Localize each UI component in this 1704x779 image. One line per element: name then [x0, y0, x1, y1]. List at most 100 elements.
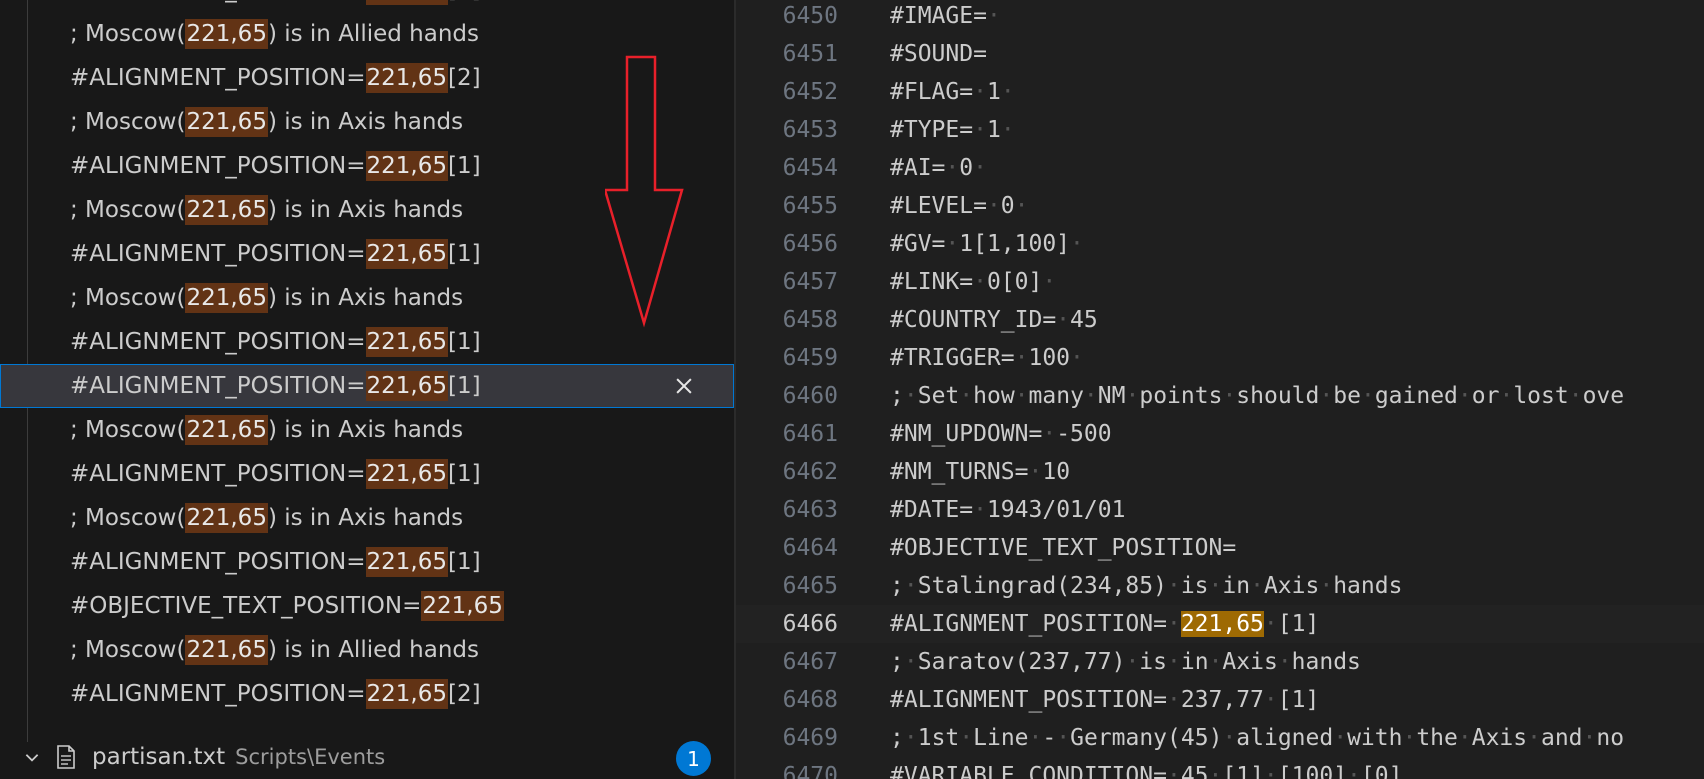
line-number: 6461: [782, 421, 838, 447]
search-result-row[interactable]: ; Moscow(221,65) is in Allied hands: [0, 628, 734, 672]
line-number: 6456: [782, 231, 838, 257]
editor-line[interactable]: 6457 #LINK=·0[0]·: [736, 263, 1704, 301]
close-icon[interactable]: [671, 373, 697, 399]
search-results-panel: #ALIGNMENT_POSITION= 221,65 [1]; Moscow(…: [0, 0, 734, 779]
result-text-after: [1]: [448, 329, 481, 355]
line-code: #LINK=·0[0]·: [890, 269, 1057, 295]
search-result-row[interactable]: #ALIGNMENT_POSITION= 221,65 [2]: [0, 672, 734, 716]
result-match-highlight: 221,65: [365, 239, 449, 269]
result-text-before: #ALIGNMENT_POSITION=: [70, 241, 366, 267]
editor-line[interactable]: 6464 #OBJECTIVE_TEXT_POSITION=: [736, 529, 1704, 567]
editor-match-highlight: 221,65: [1180, 611, 1264, 637]
result-text-before: #ALIGNMENT_POSITION=: [70, 65, 366, 91]
result-text-after: ) is in Axis hands: [267, 285, 464, 311]
search-result-row[interactable]: #OBJECTIVE_TEXT_POSITION= 221,65: [0, 584, 734, 628]
search-file-row[interactable]: partisan.txt Scripts\Events 1: [0, 735, 734, 779]
result-match-highlight: 221,65: [365, 151, 449, 181]
line-number: 6466: [782, 611, 838, 637]
line-number: 6469: [782, 725, 838, 751]
result-text-after: [1]: [448, 549, 481, 575]
line-code: #AI=·0·: [890, 155, 987, 181]
line-code: #DATE=·1943/01/01: [890, 497, 1126, 523]
editor-line[interactable]: 6465 ;·Stalingrad(234,85)·is·in·Axis·hand…: [736, 567, 1704, 605]
line-number: 6450: [782, 3, 838, 29]
line-number: 6459: [782, 345, 838, 371]
line-number: 6470: [782, 763, 838, 779]
search-result-row[interactable]: ; Moscow(221,65) is in Allied hands: [0, 12, 734, 56]
annotation-arrow-icon: [605, 55, 684, 328]
code-editor[interactable]: 6450 #IMAGE=· 6451 #SOUND= 6452 #FLAG=·1· 6453…: [736, 0, 1704, 779]
editor-line[interactable]: 6455 #LEVEL=·0·: [736, 187, 1704, 225]
result-match-highlight: 221,65: [185, 195, 268, 225]
search-result-row[interactable]: #ALIGNMENT_POSITION= 221,65 [1]: [0, 364, 734, 408]
result-text-after: ) is in Axis hands: [267, 197, 464, 223]
line-code: #FLAG=·1·: [890, 79, 1015, 105]
result-text-before: #ALIGNMENT_POSITION=: [70, 0, 366, 3]
result-match-highlight: 221,65: [185, 635, 268, 665]
search-result-row[interactable]: ; Moscow(221,65) is in Axis hands: [0, 408, 734, 452]
line-code: ;·Stalingrad(234,85)·is·in·Axis·hands: [890, 573, 1403, 599]
result-text-before: ; Moscow(: [70, 197, 186, 223]
editor-line[interactable]: 6470 #VARIABLE_CONDITION=·45·[1]·[100]·[0…: [736, 757, 1704, 779]
search-result-row[interactable]: #ALIGNMENT_POSITION= 221,65 [1]: [0, 0, 734, 12]
line-number: 6460: [782, 383, 838, 409]
result-text-after: [2]: [448, 65, 481, 91]
line-number: 6463: [782, 497, 838, 523]
result-text-after: ) is in Allied hands: [267, 21, 479, 47]
result-match-highlight: 221,65: [185, 283, 268, 313]
line-code: #ALIGNMENT_POSITION=·221,65·[1]: [890, 611, 1320, 637]
line-code: #NM_TURNS=·10: [890, 459, 1071, 485]
result-text-before: ; Moscow(: [70, 417, 186, 443]
line-number: 6467: [782, 649, 838, 675]
line-number: 6455: [782, 193, 838, 219]
result-text-after: [1]: [448, 0, 481, 3]
result-text-before: #ALIGNMENT_POSITION=: [70, 373, 366, 399]
editor-line[interactable]: 6452 #FLAG=·1·: [736, 73, 1704, 111]
result-text-before: #ALIGNMENT_POSITION=: [70, 153, 366, 179]
result-match-highlight: 221,65: [365, 0, 449, 5]
editor-line[interactable]: 6466 #ALIGNMENT_POSITION=·221,65·[1]: [736, 605, 1704, 643]
editor-line[interactable]: 6459 #TRIGGER=·100·: [736, 339, 1704, 377]
result-match-highlight: 221,65: [365, 547, 449, 577]
result-text-before: #ALIGNMENT_POSITION=: [70, 329, 366, 355]
editor-line[interactable]: 6450 #IMAGE=·: [736, 0, 1704, 35]
search-result-row[interactable]: #ALIGNMENT_POSITION= 221,65 [1]: [0, 540, 734, 584]
result-text-after: ) is in Allied hands: [267, 637, 479, 663]
line-code: ;·1st·Line·-·Germany(45)·aligned·with·th…: [890, 725, 1625, 751]
result-text-before: #ALIGNMENT_POSITION=: [70, 549, 366, 575]
editor-line[interactable]: 6461 #NM_UPDOWN=·-500: [736, 415, 1704, 453]
editor-line[interactable]: 6469 ;·1st·Line·-·Germany(45)·aligned·wit…: [736, 719, 1704, 757]
editor-line[interactable]: 6453 #TYPE=·1·: [736, 111, 1704, 149]
line-code: #TYPE=·1·: [890, 117, 1015, 143]
line-code: #ALIGNMENT_POSITION=·237,77·[1]: [890, 687, 1320, 713]
chevron-down-icon[interactable]: [20, 745, 44, 769]
result-text-after: ) is in Axis hands: [267, 109, 464, 135]
editor-line[interactable]: 6460 ;·Set·how·many·NM·points·should·be·g…: [736, 377, 1704, 415]
search-result-row[interactable]: #ALIGNMENT_POSITION= 221,65 [1]: [0, 452, 734, 496]
result-text-after: [1]: [448, 153, 481, 179]
file-icon: [54, 743, 78, 771]
editor-line[interactable]: 6467 ;·Saratov(237,77)·is·in·Axis·hands: [736, 643, 1704, 681]
editor-line[interactable]: 6468 #ALIGNMENT_POSITION=·237,77·[1]: [736, 681, 1704, 719]
result-match-highlight: 221,65: [365, 679, 449, 709]
editor-line[interactable]: 6462 #NM_TURNS=·10: [736, 453, 1704, 491]
editor-line[interactable]: 6456 #GV=·1[1,100]·: [736, 225, 1704, 263]
result-text-before: ; Moscow(: [70, 285, 186, 311]
editor-line[interactable]: 6454 #AI=·0·: [736, 149, 1704, 187]
result-text-before: ; Moscow(: [70, 21, 186, 47]
file-name: partisan.txt: [92, 744, 226, 770]
result-text-before: #OBJECTIVE_TEXT_POSITION=: [70, 593, 422, 619]
search-result-row[interactable]: ; Moscow(221,65) is in Axis hands: [0, 496, 734, 540]
editor-line[interactable]: 6463 #DATE=·1943/01/01: [736, 491, 1704, 529]
line-number: 6454: [782, 155, 838, 181]
line-number: 6457: [782, 269, 838, 295]
result-text-before: #ALIGNMENT_POSITION=: [70, 681, 366, 707]
line-number: 6465: [782, 573, 838, 599]
result-text-after: ) is in Axis hands: [267, 505, 464, 531]
vscode-window: #ALIGNMENT_POSITION= 221,65 [1]; Moscow(…: [0, 0, 1704, 779]
result-match-highlight: 221,65: [365, 459, 449, 489]
editor-line[interactable]: 6451 #SOUND=: [736, 35, 1704, 73]
line-code: ;·Set·how·many·NM·points·should·be·gaine…: [890, 383, 1625, 409]
editor-line[interactable]: 6458 #COUNTRY_ID=·45: [736, 301, 1704, 339]
editor-lines: 6450 #IMAGE=· 6451 #SOUND= 6452 #FLAG=·1· 6453…: [736, 0, 1704, 779]
